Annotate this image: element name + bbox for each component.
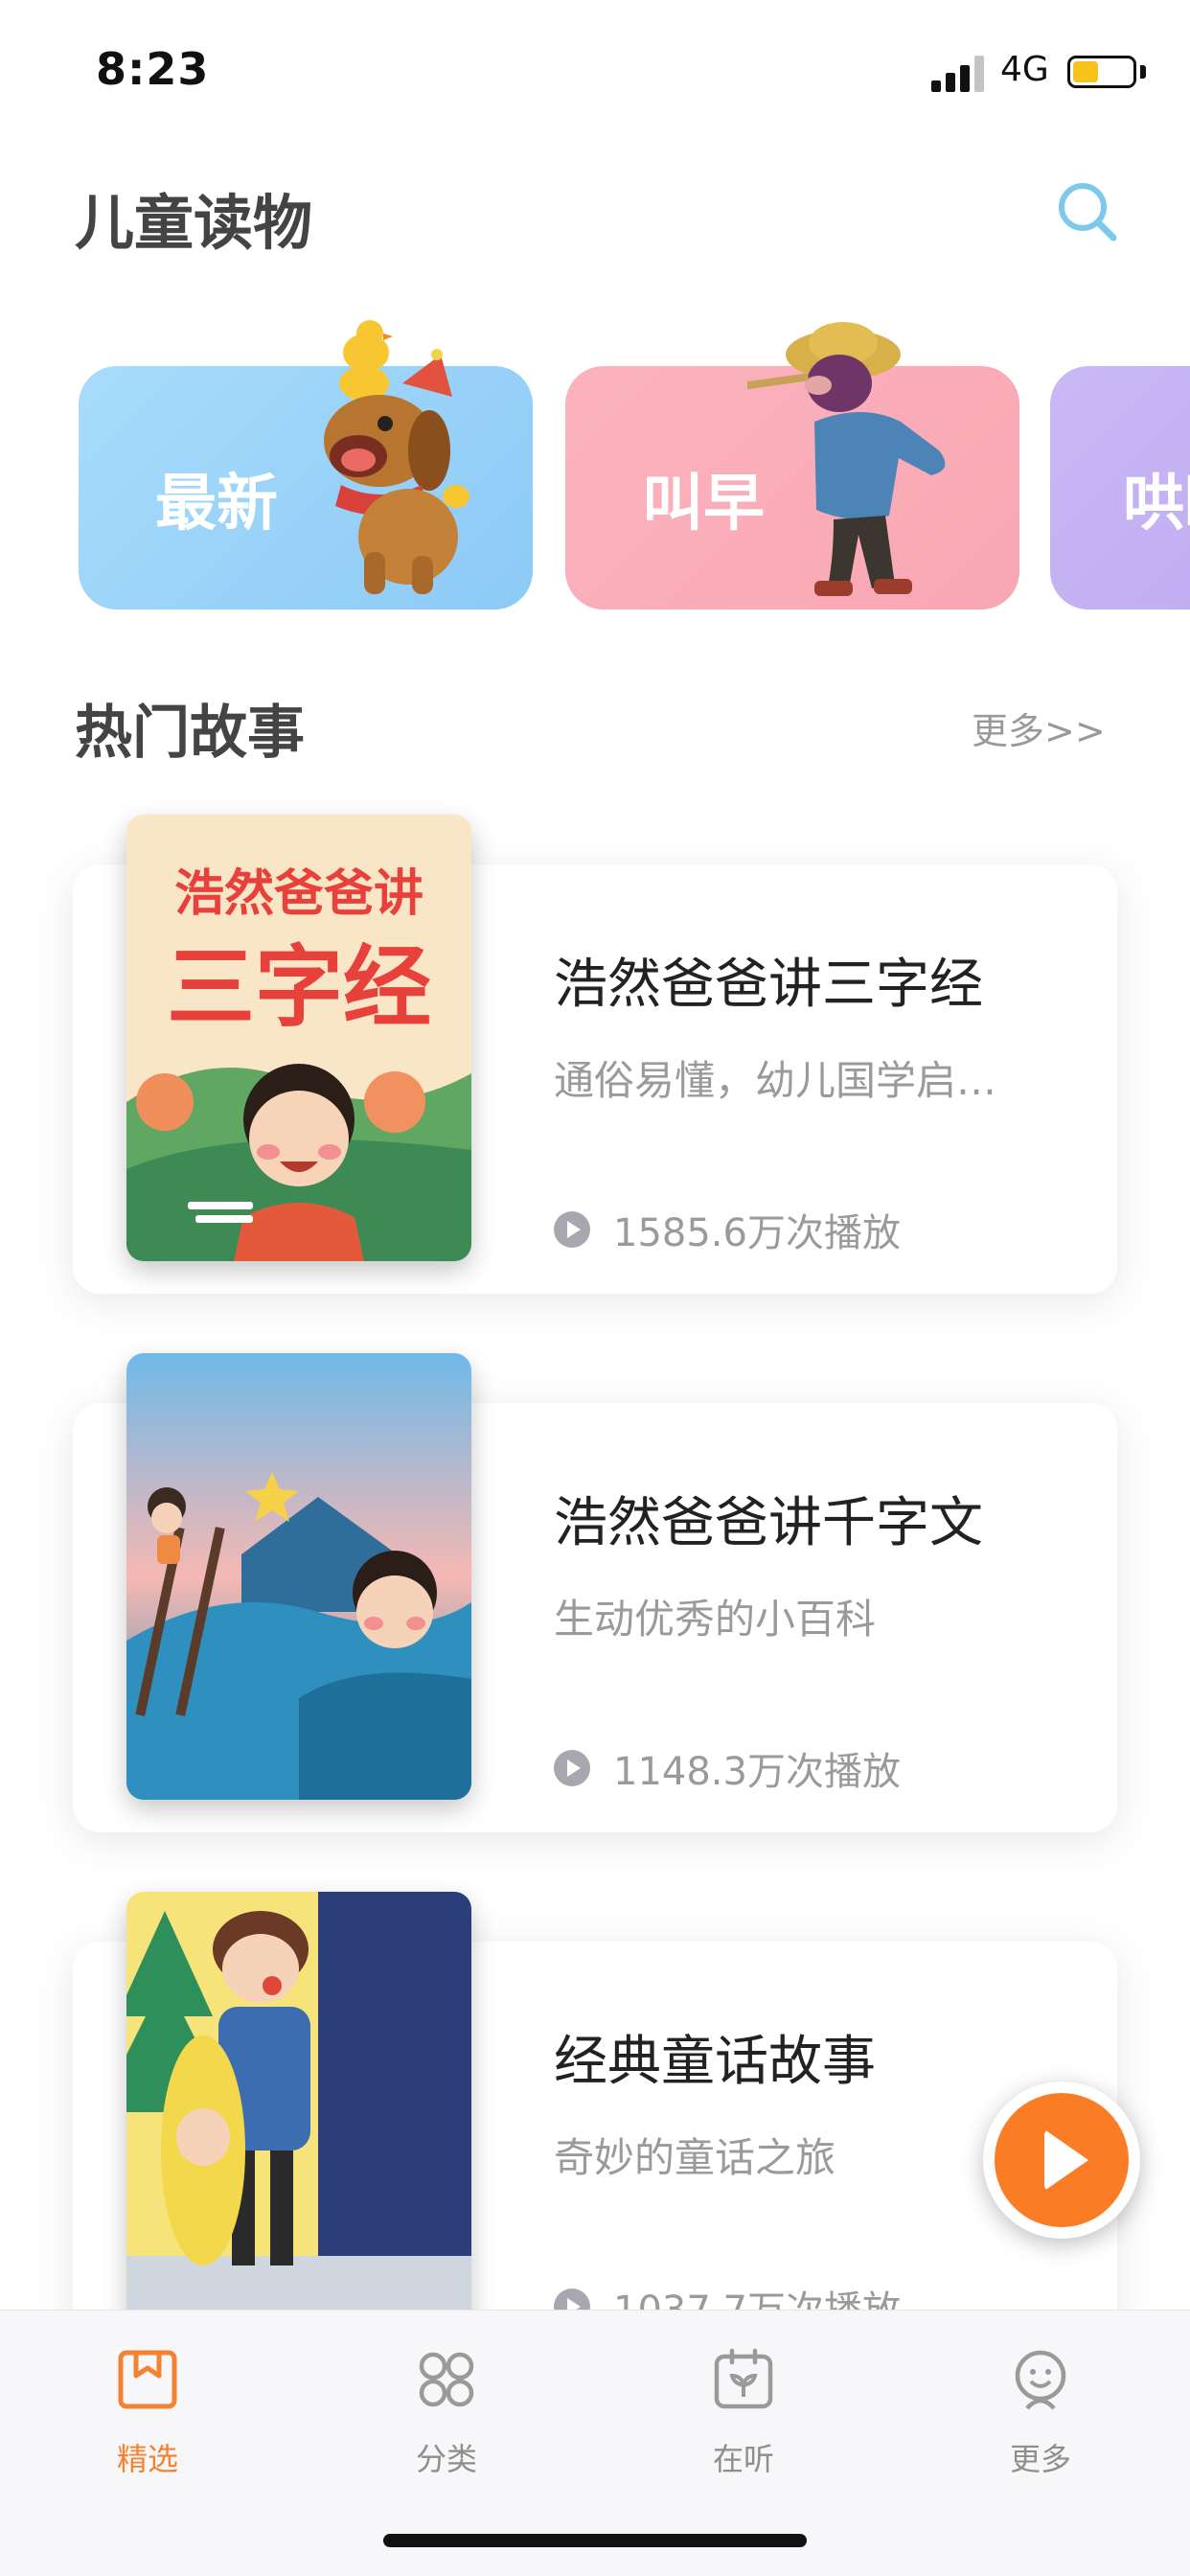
cover-illustration	[126, 1353, 471, 1800]
status-time: 8:23	[96, 43, 210, 95]
home-indicator	[383, 2534, 807, 2547]
story-plays: 1585.6万次播放	[554, 1202, 901, 1257]
farmer-illustration	[747, 322, 946, 596]
play-count-icon	[554, 1211, 590, 1248]
category-label: 哄睡	[1123, 469, 1190, 540]
calendar-icon	[714, 2348, 773, 2409]
smiley-icon	[1015, 2350, 1066, 2410]
category-label: 叫早	[642, 469, 765, 540]
category-label: 最新	[155, 469, 278, 540]
battery-icon	[1067, 56, 1136, 88]
page-title: 儿童读物	[75, 188, 313, 258]
more-link[interactable]: 更多>>	[972, 702, 1106, 754]
cover-illustration	[126, 1892, 471, 2338]
tab-label: 在听	[712, 2441, 774, 2477]
play-count-icon	[554, 1750, 590, 1786]
tab-more[interactable]: 更多	[945, 2339, 1136, 2502]
play-count: 1148.3万次播放	[613, 1750, 901, 1794]
tab-listening[interactable]: 在听	[648, 2339, 839, 2502]
tab-label: 精选	[116, 2441, 178, 2477]
tab-label: 分类	[415, 2441, 477, 2477]
story-title: 浩然爸爸讲三字经	[554, 954, 983, 1016]
network-label: 4G	[1000, 50, 1049, 89]
section-title: 热门故事	[75, 700, 305, 767]
bookmark-icon	[118, 2350, 177, 2409]
story-cover[interactable]	[126, 1892, 471, 2338]
cover-title-line1: 浩然爸爸讲	[173, 865, 423, 923]
story-cover[interactable]: 浩然爸爸讲 三字经	[126, 815, 471, 1261]
story-cover[interactable]	[126, 1353, 471, 1800]
floating-play-button[interactable]	[983, 2082, 1140, 2239]
grid-icon	[419, 2352, 474, 2407]
battery-tip	[1140, 65, 1146, 79]
signal-icon	[931, 54, 987, 92]
tab-category[interactable]: 分类	[351, 2339, 542, 2502]
search-icon[interactable]	[1054, 178, 1121, 245]
story-title: 浩然爸爸讲千字文	[554, 1492, 983, 1554]
status-bar: 8:23 4G	[0, 0, 1190, 144]
category-row: 最新 叫早 哄睡	[0, 316, 1190, 642]
play-count: 1585.6万次播放	[613, 1211, 901, 1255]
story-desc: 生动优秀的小百科	[554, 1596, 877, 1643]
story-desc: 通俗易懂，幼儿国学启…	[554, 1057, 997, 1104]
cover-title-line2: 三字经	[166, 936, 431, 1039]
story-desc: 奇妙的童话之旅	[554, 2134, 836, 2181]
category-card-sleep[interactable]: 哄睡	[1050, 366, 1190, 610]
story-title: 经典童话故事	[554, 2031, 876, 2093]
story-plays: 1148.3万次播放	[554, 1740, 901, 1796]
dog-illustration	[324, 320, 469, 594]
play-icon	[995, 2093, 1129, 2227]
tab-label: 更多	[1009, 2441, 1071, 2477]
tab-featured[interactable]: 精选	[52, 2339, 243, 2502]
